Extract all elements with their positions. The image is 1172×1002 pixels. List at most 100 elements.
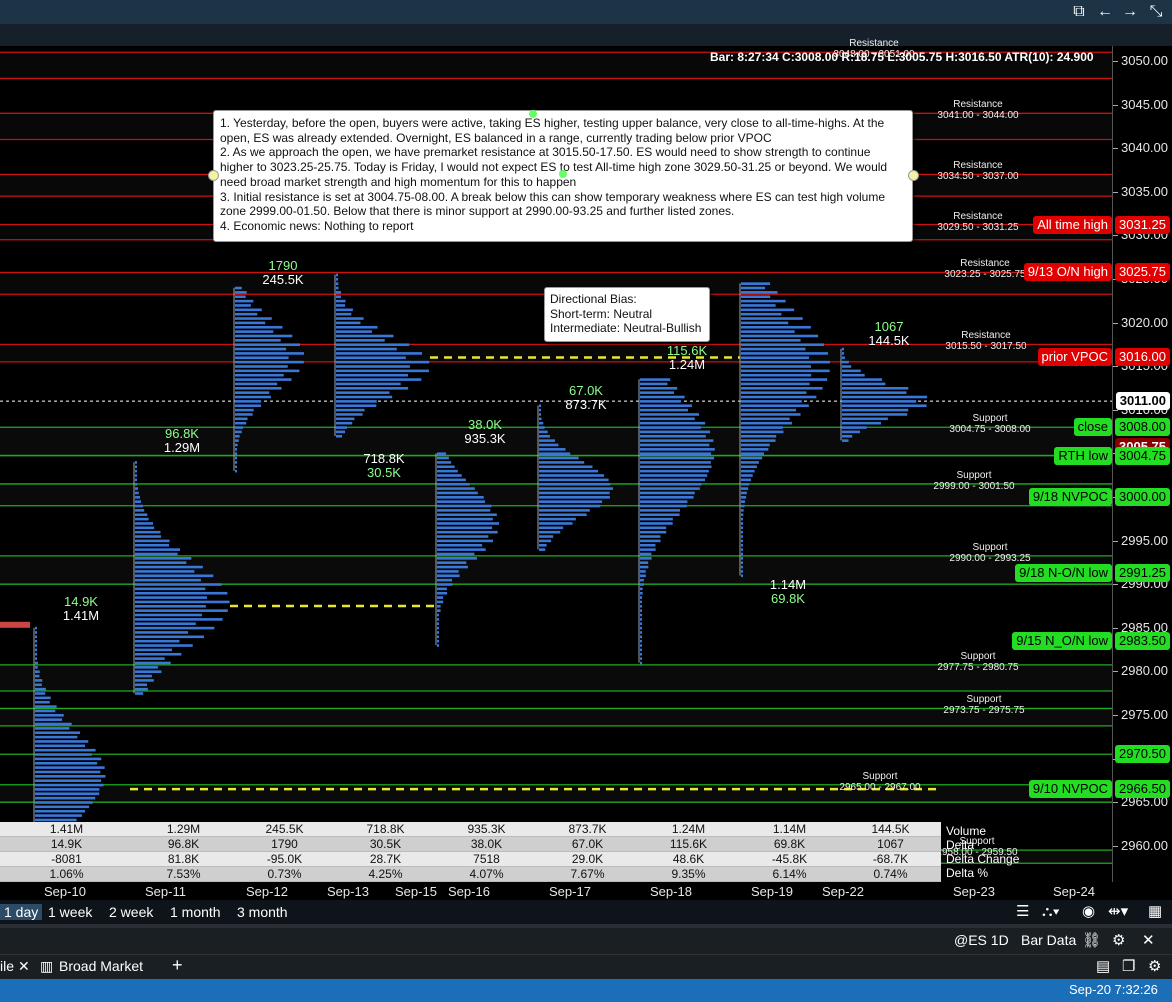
- volume-profile[interactable]: [537, 404, 613, 551]
- range-3-month[interactable]: 3 month: [233, 904, 292, 920]
- collapse-icon[interactable]: ⤡: [1146, 2, 1166, 22]
- price-tag-label[interactable]: 9/13 O/N high: [1023, 263, 1112, 282]
- price-tag[interactable]: 9/18 NVPOC 3000.00: [1028, 488, 1170, 506]
- profile-bar: [135, 517, 149, 521]
- price-tag[interactable]: 9/18 N-O/N low 2991.25: [1015, 564, 1170, 583]
- date-tick-label: Sep-16: [448, 884, 490, 899]
- price-tag[interactable]: close 3008.00: [1073, 418, 1170, 437]
- profile-bar: [437, 596, 444, 599]
- profile-bar: [135, 478, 137, 482]
- zone-title-label: Resistance: [953, 160, 1003, 172]
- profile-bar: [741, 304, 776, 307]
- directional-bias-note[interactable]: Directional Bias: Short-term: Neutral In…: [544, 287, 710, 342]
- range-1-month[interactable]: 1 month: [166, 904, 225, 920]
- price-tag-label[interactable]: 9/10 NVPOC: [1028, 780, 1112, 799]
- price-tag-label[interactable]: 9/18 NVPOC: [1028, 488, 1112, 506]
- stats-cell: 30.5K: [335, 837, 436, 852]
- stats-column: 144.5K 1067 -68.7K 0.74%: [840, 822, 941, 882]
- drawing-tools-icon[interactable]: ⛬▾: [1042, 903, 1060, 921]
- price-tag-label[interactable]: 9/18 N-O/N low: [1015, 564, 1112, 583]
- profile-bar: [741, 391, 807, 394]
- close-icon[interactable]: ✕: [1142, 932, 1155, 950]
- settings-icon[interactable]: ⚙: [1148, 958, 1161, 976]
- layout-icon[interactable]: ▤: [1096, 958, 1110, 976]
- profile-bar: [336, 430, 346, 434]
- profile-bar: [135, 574, 214, 578]
- profile-bar: [640, 382, 668, 386]
- profile-bar: [539, 404, 541, 408]
- price-tag-label[interactable]: close: [1073, 418, 1112, 437]
- profile-bar: [437, 526, 493, 530]
- profile-bar: [741, 382, 810, 386]
- profile-bar: [640, 639, 642, 643]
- profile-bar: [539, 530, 561, 534]
- profile-bar: [640, 509, 680, 512]
- profile-volume-label: 718.8K: [363, 451, 405, 466]
- tab-bar: ile ✕ ▥ Broad Market + ▤ ❐ ⚙: [0, 954, 1172, 980]
- profile-bar: [539, 452, 571, 455]
- price-tag-label[interactable]: RTH low: [1054, 446, 1112, 465]
- profile-bar: [235, 330, 274, 333]
- price-tag[interactable]: All time high 3031.25: [1033, 215, 1170, 234]
- zone-range-label: 2990.00 - 2993.25: [949, 552, 1031, 564]
- zoom-width-icon[interactable]: ⇹▾: [1108, 903, 1128, 921]
- price-tick-label: 2960.00: [1113, 837, 1168, 853]
- range-2-week[interactable]: 2 week: [105, 904, 157, 920]
- profile-bar: [437, 635, 439, 639]
- link-icon[interactable]: ⛓: [1082, 932, 1101, 950]
- profile-bar: [437, 478, 466, 482]
- price-tag[interactable]: 2970.50: [1115, 745, 1170, 764]
- note-anchor-handle[interactable]: [529, 110, 537, 118]
- profile-bar: [741, 299, 786, 303]
- price-tag-label[interactable]: 9/15 N_O/N low: [1012, 631, 1112, 650]
- range-1-week[interactable]: 1 week: [44, 904, 96, 920]
- profile-bar: [135, 613, 202, 617]
- add-tab-button[interactable]: +: [172, 955, 183, 976]
- popout-icon[interactable]: ⧉: [1069, 2, 1089, 22]
- profile-bar: [336, 378, 422, 381]
- profile-bar: [640, 456, 715, 460]
- note-resize-handle[interactable]: [908, 170, 919, 181]
- symbol-label[interactable]: @ES 1D: [954, 932, 1009, 948]
- range-1-day[interactable]: 1 day: [0, 904, 43, 920]
- profile-delta-label: 1790: [268, 258, 298, 273]
- price-tag[interactable]: RTH low 3004.75: [1054, 446, 1170, 465]
- gear-icon[interactable]: ⚙: [1112, 932, 1125, 950]
- price-tag-label[interactable]: All time high: [1033, 215, 1112, 234]
- profile-bar: [135, 474, 137, 477]
- chart-info-bar: @ES 1D Bar Data ⛓ ⚙ ✕: [0, 928, 1172, 954]
- volume-profile[interactable]: [638, 378, 715, 665]
- volume-profile[interactable]: [435, 452, 500, 647]
- profile-bar: [842, 369, 861, 373]
- copy-icon[interactable]: ❐: [1122, 958, 1135, 976]
- eye-icon[interactable]: ◉: [1082, 903, 1095, 921]
- profile-bar: [640, 443, 710, 447]
- note-line: 4. Economic news: Nothing to report: [220, 218, 414, 233]
- price-tag-value: 3016.00: [1115, 348, 1170, 367]
- profile-volume-label: 873.7K: [565, 397, 607, 412]
- price-tag[interactable]: 9/13 O/N high 3025.75: [1023, 263, 1170, 282]
- profile-bar: [539, 535, 554, 538]
- profile-bar: [741, 548, 743, 551]
- profile-bar: [135, 561, 187, 564]
- tab-close-icon[interactable]: ✕: [18, 958, 30, 975]
- bar-data-label[interactable]: Bar Data: [1021, 932, 1076, 948]
- price-tag-value: 3025.75: [1115, 263, 1170, 282]
- chart-icon: ▥: [40, 958, 54, 974]
- price-tag[interactable]: 9/15 N_O/N low 2983.50: [1012, 631, 1170, 650]
- price-tag-label[interactable]: prior VPOC: [1037, 348, 1112, 367]
- price-tag[interactable]: 9/10 NVPOC 2966.50: [1028, 780, 1170, 799]
- forward-arrow-icon[interactable]: →: [1120, 2, 1140, 22]
- list-icon[interactable]: ☰: [1016, 903, 1029, 921]
- note-anchor-handle[interactable]: [559, 170, 567, 178]
- note-resize-handle[interactable]: [208, 170, 219, 181]
- back-arrow-icon[interactable]: ←: [1095, 2, 1115, 22]
- price-tag[interactable]: prior VPOC 3016.00: [1037, 348, 1170, 367]
- profile-bar: [35, 709, 56, 713]
- tab-partial-label[interactable]: ile: [0, 958, 14, 974]
- tab-broad-market[interactable]: Broad Market: [59, 958, 143, 974]
- profile-bar: [539, 478, 609, 482]
- price-tag[interactable]: 3011.00: [1115, 392, 1170, 411]
- calendar-icon[interactable]: ▦: [1148, 903, 1162, 921]
- profile-bar: [640, 522, 673, 525]
